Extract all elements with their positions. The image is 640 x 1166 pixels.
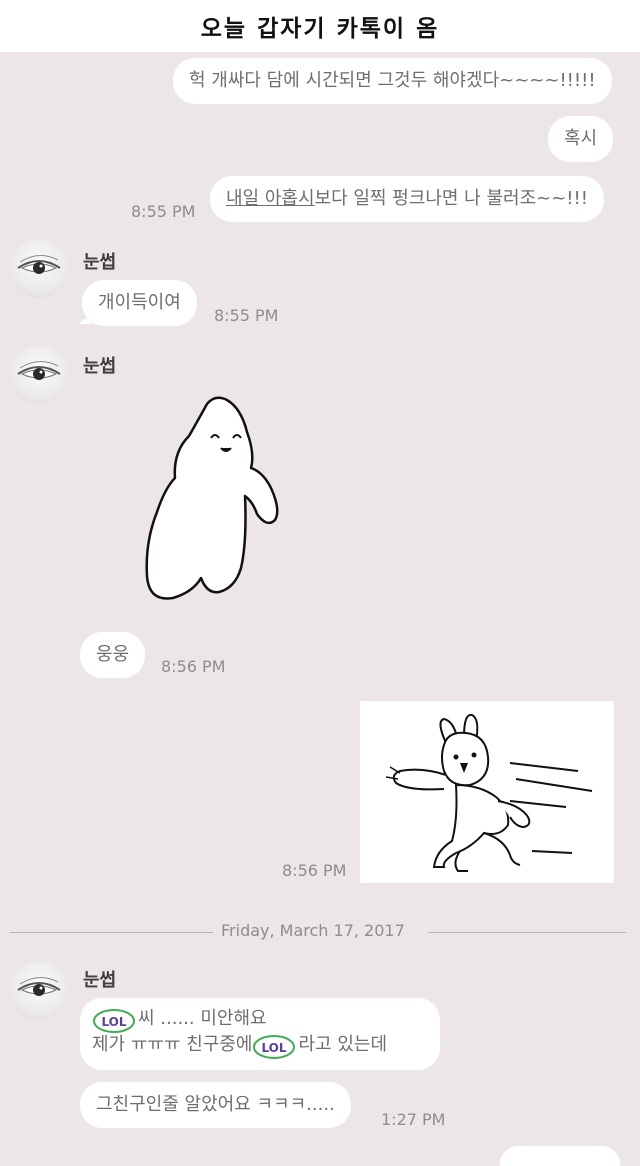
message-bubble-received[interactable]: 개이득이여 — [82, 280, 197, 326]
lol-badge-icon: LOL — [253, 1035, 296, 1059]
avatar-eye-icon — [17, 977, 61, 996]
sender-name: 눈썹 — [83, 356, 117, 377]
avatar[interactable] — [10, 962, 68, 1020]
sender-name: 눈썹 — [83, 970, 117, 991]
avatar-eye-icon — [17, 255, 61, 274]
message-text: 그친구인줄 알았어요 ㅋㅋㅋ..... — [96, 1094, 335, 1115]
sticker-running-rabbit — [385, 713, 593, 872]
message-text: 헉 개싸다 담에 시간되면 그것두 해야겠다~~~~!!!!! — [189, 70, 596, 91]
chat-area[interactable]: 헉 개싸다 담에 시간되면 그것두 해야겠다~~~~!!!!! 혹시 내일 아홉… — [0, 52, 640, 1166]
title-bar: 오늘 갑자기 카톡이 옴 — [0, 0, 640, 52]
message-text: 개이득이여 — [98, 292, 181, 313]
avatar[interactable] — [10, 240, 68, 298]
message-bubble-sent[interactable]: 내일 아홉시보다 일찍 펑크나면 나 불러조~~!!! — [210, 176, 604, 222]
message-bubble-received[interactable]: LOL 씨 ...... 미안해요 제가 ㅠㅠㅠ 친구중에 LOL 라고 있는데 — [80, 998, 440, 1070]
message-bubble-received[interactable]: 웅웅 — [80, 632, 146, 678]
message-bubble-sent[interactable]: 헉 개싸다 담에 시간되면 그것두 해야겠다~~~~!!!!! — [173, 58, 612, 104]
message-bubble-received[interactable]: 그친구인줄 알았어요 ㅋㅋㅋ..... — [80, 1082, 351, 1128]
message-bubble-sent[interactable]: 혹시 — [548, 116, 614, 162]
message-text: 혹시 — [564, 128, 598, 149]
lol-badge-icon: LOL — [93, 1009, 135, 1033]
avatar-eye-icon — [17, 361, 61, 380]
message-text: 제가 ㅠㅠㅠ 친구중에 — [92, 1034, 253, 1055]
message-line: LOL 씨 ...... 미안해요 — [92, 1006, 428, 1033]
lol-text: LOL — [101, 1015, 126, 1029]
message-timestamp: 8:55 PM — [214, 306, 279, 325]
divider-line-left — [10, 932, 213, 933]
message-text: 웅웅 — [96, 644, 130, 665]
message-text: 보다 일찍 펑크나면 나 불러조~~!!! — [314, 188, 588, 209]
message-timestamp: 1:27 PM — [381, 1110, 446, 1129]
lol-text: LOL — [262, 1041, 287, 1055]
message-bubble-partial[interactable] — [500, 1146, 620, 1166]
message-timestamp: 8:55 PM — [131, 202, 196, 221]
avatar[interactable] — [10, 346, 68, 404]
message-link-text[interactable]: 내일 아홉시 — [226, 188, 315, 209]
sticker-waving-ghost[interactable] — [135, 392, 295, 607]
divider-line-right — [428, 932, 626, 933]
sticker-image[interactable] — [360, 701, 614, 883]
message-timestamp: 8:56 PM — [161, 657, 226, 676]
page-title: 오늘 갑자기 카톡이 옴 — [200, 16, 440, 42]
sender-name: 눈썹 — [83, 252, 117, 273]
date-divider: Friday, March 17, 2017 — [221, 921, 405, 940]
message-line: 제가 ㅠㅠㅠ 친구중에 LOL 라고 있는데 — [92, 1032, 428, 1059]
message-timestamp: 8:56 PM — [282, 861, 347, 880]
message-text: 라고 있는데 — [298, 1034, 388, 1055]
message-text: 씨 ...... 미안해요 — [138, 1008, 267, 1029]
